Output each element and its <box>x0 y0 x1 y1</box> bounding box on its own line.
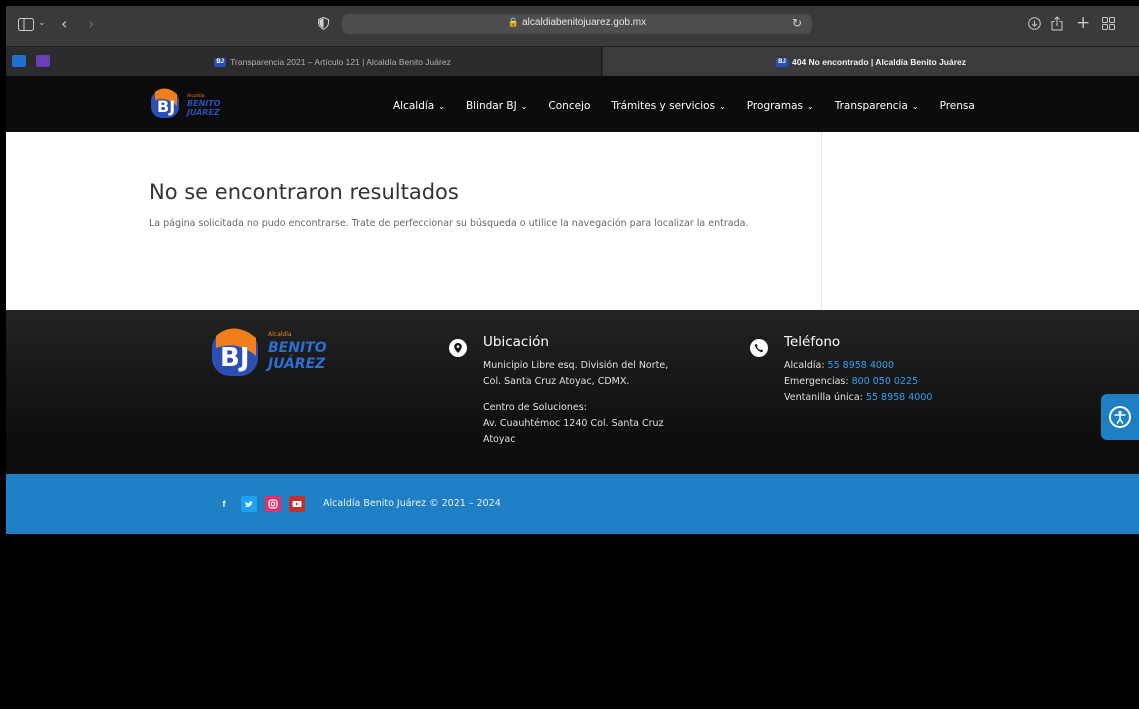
main-nav: Alcaldía ⌄ Blindar BJ ⌄ Concejo Trámites y… <box>393 100 996 112</box>
footer-logo[interactable]: BJ Alcaldía BENITO JUÁREZ <box>210 324 340 382</box>
plus-icon[interactable]: + <box>1076 15 1090 32</box>
facebook-icon[interactable]: f <box>216 496 232 512</box>
chevron-down-icon: ⌄ <box>719 102 726 111</box>
tab-404[interactable]: BJ 404 No encontrado | Alcaldía Benito J… <box>603 47 1139 77</box>
not-found-message: La página solicitada no pudo encontrarse… <box>149 218 749 229</box>
download-icon[interactable] <box>1028 17 1041 33</box>
main-content: No se encontraron resultados La página s… <box>6 132 1139 310</box>
address-line: Av. Cuauhtémoc 1240 Col. Santa Cruz <box>483 418 664 429</box>
sidebar-divider <box>821 132 822 310</box>
svg-text:BJ: BJ <box>157 97 175 116</box>
nav-item-alcaldia[interactable]: Alcaldía ⌄ <box>393 100 445 112</box>
phone-icon <box>750 339 768 357</box>
site-favicon-icon: BJ <box>776 57 788 67</box>
pinned-tab-outlook-icon[interactable] <box>12 55 26 67</box>
phone-link-alcaldia[interactable]: 55 8958 4000 <box>828 360 894 371</box>
pinned-tab-mail-icon[interactable] <box>36 55 50 67</box>
nav-item-programas[interactable]: Programas ⌄ <box>747 100 814 112</box>
chevron-down-icon[interactable]: ⌄ <box>38 19 46 28</box>
logo-small-alcaldia: Alcaldía <box>187 92 205 99</box>
twitter-icon[interactable] <box>241 496 257 512</box>
svg-text:BENITO: BENITO <box>268 340 327 356</box>
chevron-down-icon: ⌄ <box>807 102 814 111</box>
phone-row: Ventanilla única: 55 8958 4000 <box>784 392 933 403</box>
location-title: Ubicación <box>483 334 549 350</box>
chevron-down-icon: ⌄ <box>438 102 445 111</box>
forward-icon[interactable]: › <box>88 16 94 32</box>
phone-link-ventanilla[interactable]: 55 8958 4000 <box>866 392 932 403</box>
url-display[interactable]: 🔒 alcaldiabenitojuarez.gob.mx <box>342 17 812 28</box>
footer-location: Ubicación Municipio Libre esq. División … <box>483 334 723 448</box>
svg-text:BENITO: BENITO <box>187 99 221 108</box>
shield-icon[interactable] <box>318 16 329 33</box>
location-pin-icon <box>449 339 467 357</box>
url-text: alcaldiabenitojuarez.gob.mx <box>522 17 647 28</box>
address-line: Atoyac <box>483 434 516 445</box>
site-header: BJ Alcaldía BENITO JUÁREZ Alcaldía ⌄ Blin… <box>6 76 1139 132</box>
tab-label: 404 No encontrado | Alcaldía Benito Juár… <box>792 57 966 67</box>
address-line: Municipio Libre esq. División del Norte, <box>483 360 669 371</box>
nav-item-transparencia[interactable]: Transparencia ⌄ <box>835 100 919 112</box>
accessibility-button[interactable] <box>1101 394 1139 440</box>
svg-text:Alcaldía: Alcaldía <box>268 331 292 338</box>
browser-window: ⌄ ‹ › 🔒 alcaldiabenitojuarez.gob.mx ↻ + B… <box>6 6 1139 709</box>
tab-label: Transparencia 2021 – Artículo 121 | Alca… <box>230 57 451 67</box>
page-title: No se encontraron resultados <box>149 180 459 204</box>
address-line: Col. Santa Cruz Atoyac, CDMX. <box>483 376 630 387</box>
nav-item-blindar-bj[interactable]: Blindar BJ ⌄ <box>466 100 527 112</box>
phone-row: Alcaldía: 55 8958 4000 <box>784 360 895 371</box>
site-logo[interactable]: BJ Alcaldía BENITO JUÁREZ <box>149 86 244 122</box>
chevron-down-icon: ⌄ <box>911 102 919 111</box>
address-line: Centro de Soluciones: <box>483 402 587 413</box>
bottom-bar: f Alcaldía Benito Juárez © 2021 – 2024 <box>6 474 1139 534</box>
sidebar-icon[interactable] <box>18 18 34 34</box>
address-bar[interactable]: 🔒 alcaldiabenitojuarez.gob.mx ↻ <box>342 14 812 34</box>
phone-row: Emergencias: 800 050 0225 <box>784 376 919 387</box>
youtube-icon[interactable] <box>289 496 305 512</box>
instagram-icon[interactable] <box>265 496 281 512</box>
phone-link-emergencias[interactable]: 800 050 0225 <box>852 376 918 387</box>
svg-text:JUÁREZ: JUÁREZ <box>265 355 326 372</box>
reload-icon[interactable]: ↻ <box>792 16 802 30</box>
nav-item-tramites[interactable]: Trámites y servicios ⌄ <box>611 100 725 112</box>
nav-item-concejo[interactable]: Concejo <box>548 100 590 112</box>
grid-icon[interactable] <box>1102 17 1115 33</box>
share-icon[interactable] <box>1051 16 1063 34</box>
footer-phone: Teléfono Alcaldía: 55 8958 4000 Emergenc… <box>784 334 1004 406</box>
tab-transparencia[interactable]: BJ Transparencia 2021 – Artículo 121 | A… <box>64 47 602 77</box>
site-favicon-icon: BJ <box>214 57 227 67</box>
browser-toolbar: ⌄ ‹ › 🔒 alcaldiabenitojuarez.gob.mx ↻ + <box>6 6 1139 46</box>
site-footer: BJ Alcaldía BENITO JUÁREZ Ubicación Muni… <box>6 310 1139 474</box>
lock-icon: 🔒 <box>507 17 520 27</box>
phone-title: Teléfono <box>784 334 841 350</box>
tab-bar: BJ Transparencia 2021 – Artículo 121 | A… <box>6 46 1139 77</box>
copyright-text: Alcaldía Benito Juárez © 2021 – 2024 <box>323 498 501 509</box>
back-icon[interactable]: ‹ <box>61 16 67 32</box>
chevron-down-icon: ⌄ <box>520 102 528 111</box>
svg-text:JUÁREZ: JUÁREZ <box>185 106 220 117</box>
svg-text:BJ: BJ <box>220 343 250 373</box>
nav-item-prensa[interactable]: Prensa <box>940 100 975 112</box>
accessibility-icon <box>1109 406 1131 428</box>
